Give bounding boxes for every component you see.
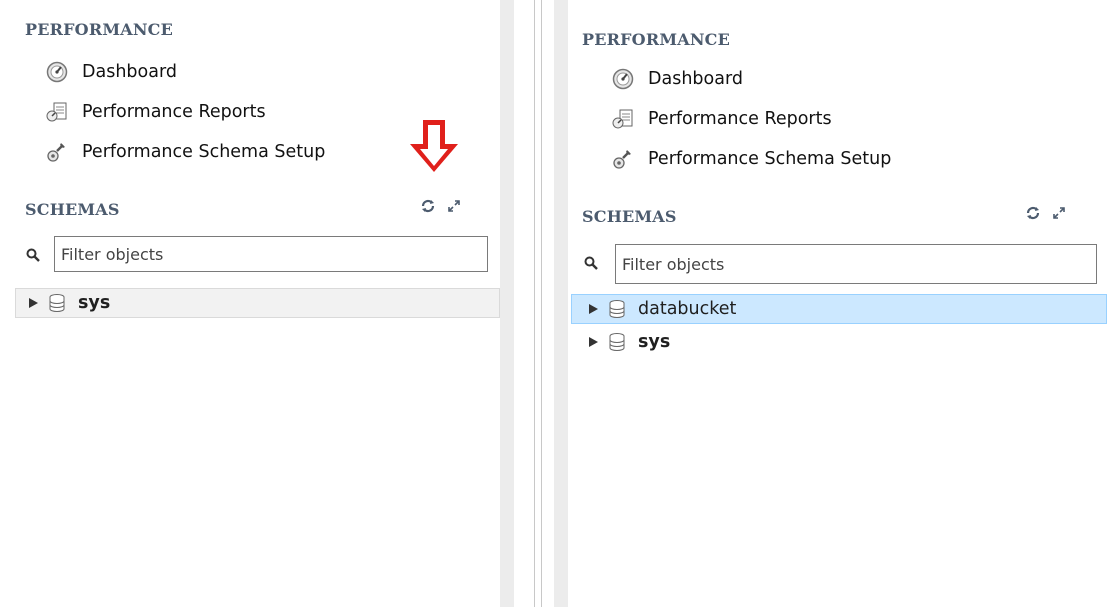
left-navigator-panel: PERFORMANCE Dashboard Performance Report… <box>0 0 500 607</box>
nav-item-label: Performance Reports <box>648 109 832 129</box>
database-icon <box>608 299 626 319</box>
schema-row-sys[interactable]: sys <box>15 288 500 318</box>
search-icon <box>26 247 40 262</box>
refresh-icon[interactable] <box>420 198 436 214</box>
expand-icon[interactable] <box>1051 205 1067 221</box>
schema-row-sys[interactable]: sys <box>571 327 1107 357</box>
schema-name: databucket <box>638 299 737 319</box>
database-icon <box>48 293 66 313</box>
dashboard-gauge-icon <box>46 61 68 83</box>
schemas-toolbar <box>420 198 462 214</box>
schema-setup-wrench-icon <box>46 141 68 163</box>
divider-line <box>541 0 542 607</box>
nav-item-label: Performance Schema Setup <box>648 149 892 169</box>
performance-section-title: PERFORMANCE <box>582 30 730 49</box>
dashboard-gauge-icon <box>612 68 634 90</box>
search-icon <box>584 255 598 270</box>
expand-caret-icon[interactable] <box>26 296 40 310</box>
nav-item-dashboard[interactable]: Dashboard <box>612 68 743 90</box>
performance-section-title: PERFORMANCE <box>25 20 173 39</box>
schemas-section-title: SCHEMAS <box>582 207 677 226</box>
database-icon <box>608 332 626 352</box>
schema-setup-wrench-icon <box>612 148 634 170</box>
nav-item-performance-schema-setup[interactable]: Performance Schema Setup <box>612 148 891 170</box>
nav-item-performance-schema-setup[interactable]: Performance Schema Setup <box>46 141 325 163</box>
nav-item-label: Performance Reports <box>82 102 266 122</box>
right-gutter <box>554 0 568 607</box>
nav-item-performance-reports[interactable]: Performance Reports <box>46 101 266 123</box>
nav-item-label: Dashboard <box>648 69 743 89</box>
expand-caret-icon[interactable] <box>586 335 600 349</box>
left-gutter <box>500 0 514 607</box>
schemas-toolbar <box>1025 205 1067 221</box>
performance-reports-icon <box>46 101 68 123</box>
filter-objects-input[interactable] <box>615 244 1097 284</box>
schema-name: sys <box>638 332 671 352</box>
nav-item-label: Performance Schema Setup <box>82 142 326 162</box>
filter-objects-input[interactable] <box>54 236 488 272</box>
expand-icon[interactable] <box>446 198 462 214</box>
performance-reports-icon <box>612 108 634 130</box>
schemas-section-title: SCHEMAS <box>25 200 120 219</box>
schema-row-databucket[interactable]: databucket <box>571 294 1107 324</box>
nav-item-dashboard[interactable]: Dashboard <box>46 61 177 83</box>
divider-line <box>534 0 535 607</box>
expand-caret-icon[interactable] <box>586 302 600 316</box>
nav-item-label: Dashboard <box>82 62 177 82</box>
schema-name: sys <box>78 293 111 313</box>
refresh-icon[interactable] <box>1025 205 1041 221</box>
nav-item-performance-reports[interactable]: Performance Reports <box>612 108 832 130</box>
red-down-arrow-icon <box>404 116 464 180</box>
right-navigator-panel: PERFORMANCE Dashboard Performance Report… <box>568 0 1107 607</box>
